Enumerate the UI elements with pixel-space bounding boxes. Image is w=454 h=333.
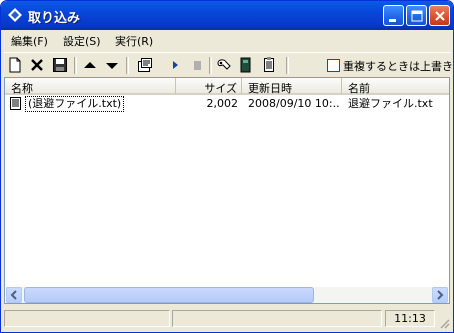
new-file-icon[interactable]: [7, 57, 23, 73]
window-title: 取り込み: [28, 11, 81, 26]
row-size: 2,002: [206, 97, 239, 110]
close-button[interactable]: [429, 5, 450, 26]
chevron-left-icon: [10, 290, 17, 300]
scroll-thumb[interactable]: [24, 287, 314, 303]
menu-run[interactable]: 実行(R): [115, 33, 153, 49]
file-list[interactable]: 名称 サイズ 更新日時 名前 (退避ファイル.txt) 2,002 2008/0…: [4, 77, 450, 304]
horizontal-scrollbar[interactable]: [6, 287, 448, 303]
status-pane-message: [4, 310, 170, 327]
column-header-filename[interactable]: 名前: [342, 78, 449, 95]
toolbar-separator: [126, 57, 129, 74]
title-bar[interactable]: 取り込み: [1, 1, 453, 30]
delete-icon[interactable]: [29, 57, 45, 73]
stop-icon[interactable]: [189, 57, 205, 73]
settings-icon[interactable]: [216, 57, 232, 73]
column-header-size-label: サイズ: [204, 82, 237, 95]
save-icon[interactable]: [52, 57, 68, 73]
close-icon: [435, 11, 445, 21]
move-down-icon[interactable]: [104, 57, 120, 73]
toolbar-separator: [74, 57, 77, 74]
app-diamond-icon: [8, 8, 22, 22]
row-modified: 2008/09/10 10:...: [248, 97, 340, 110]
status-time: 11:13: [385, 310, 435, 327]
properties-icon[interactable]: [137, 57, 153, 73]
toolbar-separator: [209, 57, 212, 74]
book-icon[interactable]: [238, 57, 254, 73]
document-icon[interactable]: [261, 57, 277, 73]
column-header-size[interactable]: サイズ: [176, 78, 242, 95]
maximize-button[interactable]: [406, 5, 427, 26]
column-header-name[interactable]: 名称: [5, 78, 176, 95]
menu-bar: 編集(F) 設定(S) 実行(R): [4, 30, 451, 50]
menu-settings[interactable]: 設定(S): [63, 33, 101, 49]
menu-edit[interactable]: 編集(F): [11, 33, 48, 49]
app-window: 取り込み 編集(F) 設定(S) 実行(R) 重複するときは上書き 名称 サイズ…: [0, 0, 454, 333]
move-up-icon[interactable]: [82, 57, 98, 73]
status-bar: 11:13: [4, 308, 451, 330]
play-icon[interactable]: [167, 57, 183, 73]
minimize-icon: [389, 19, 396, 22]
text-file-icon: [10, 97, 21, 110]
status-pane-empty: [172, 310, 382, 327]
maximize-icon: [411, 10, 423, 22]
toolbar-separator: [286, 57, 289, 74]
scroll-left-button[interactable]: [6, 287, 22, 303]
overwrite-checkbox-label: 重複するときは上書き: [343, 60, 453, 73]
overwrite-checkbox[interactable]: [327, 59, 340, 72]
column-header-modified[interactable]: 更新日時: [242, 78, 342, 95]
toolbar: 重複するときは上書き: [4, 52, 453, 77]
resize-grip-icon[interactable]: [438, 317, 450, 329]
row-filename: 退避ファイル.txt: [348, 97, 433, 110]
row-name[interactable]: (退避ファイル.txt): [25, 96, 125, 112]
minimize-button[interactable]: [383, 5, 404, 26]
chevron-right-icon: [437, 290, 444, 300]
scroll-right-button[interactable]: [432, 287, 448, 303]
